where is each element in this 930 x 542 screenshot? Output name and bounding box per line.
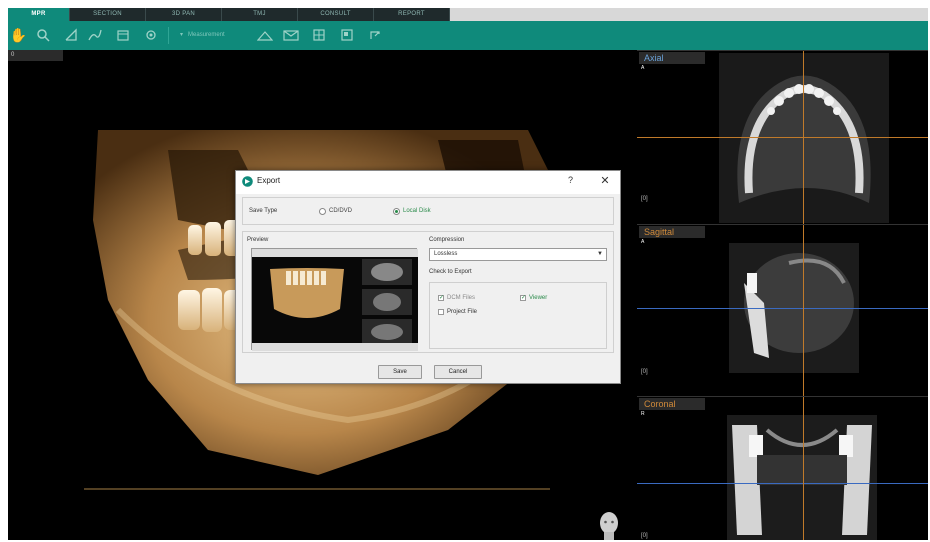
- checkbox-project-file-label: Project File: [447, 309, 478, 315]
- coronal-crosshair-vertical: [803, 397, 804, 540]
- coronal-orientation-label: R: [641, 411, 645, 417]
- cancel-button[interactable]: Cancel: [434, 365, 482, 379]
- coronal-tag: [0]: [641, 533, 648, 539]
- checkbox-viewer[interactable]: ✓: [520, 295, 526, 301]
- axial-crosshair-horizontal: [637, 137, 928, 138]
- radio-cd-dvd[interactable]: [319, 208, 326, 215]
- close-icon[interactable]: ✕: [597, 173, 613, 189]
- floor-line: [84, 488, 550, 490]
- check-to-export-label: Check to Export: [429, 269, 472, 275]
- tab-report[interactable]: REPORT: [374, 8, 450, 21]
- preview-label: Preview: [247, 237, 269, 243]
- tab-tmj[interactable]: TMJ: [222, 8, 298, 21]
- compression-value: Lossless: [434, 251, 458, 257]
- compression-label: Compression: [429, 237, 465, 243]
- chevron-down-icon: ▼: [597, 251, 603, 257]
- grid-icon[interactable]: [308, 25, 329, 46]
- coronal-scan-image: [727, 415, 877, 540]
- coronal-crosshair-horizontal: [637, 483, 928, 484]
- radio-local-disk-label: Local Disk: [403, 208, 431, 214]
- compression-select[interactable]: Lossless ▼: [429, 248, 607, 261]
- measurement-dropdown[interactable]: ▾ Measurement: [180, 29, 242, 42]
- radio-local-disk[interactable]: [393, 208, 400, 215]
- sagittal-title: Sagittal: [639, 226, 705, 238]
- toolbar-separator: [168, 27, 169, 44]
- axial-title: Axial: [639, 52, 705, 64]
- tab-consult[interactable]: CONSULT: [298, 8, 374, 21]
- axial-orientation-label: A: [641, 65, 645, 71]
- calendar-icon[interactable]: [112, 25, 133, 46]
- orientation-head-icon[interactable]: [594, 510, 624, 540]
- coronal-title: Coronal: [639, 398, 705, 410]
- zoom-icon[interactable]: [32, 25, 53, 46]
- save-button[interactable]: Save: [378, 365, 422, 379]
- angle-icon[interactable]: [60, 25, 81, 46]
- app-window: MPR SECTION 3D PAN TMJ CONSULT REPORT ✋ …: [0, 0, 930, 542]
- sagittal-panel[interactable]: Sagittal A [0]: [637, 224, 928, 396]
- view-label: 0: [8, 50, 63, 61]
- ruler-icon[interactable]: [254, 25, 275, 46]
- check-to-export-group: ✓ DCM Files ✓ Viewer Project File: [429, 282, 607, 349]
- sagittal-tag: [0]: [641, 369, 648, 375]
- save-type-group: Save Type CD/DVD Local Disk: [242, 197, 614, 225]
- checkbox-viewer-label: Viewer: [529, 295, 548, 301]
- axial-crosshair-vertical: [803, 51, 804, 224]
- curve-icon[interactable]: [84, 25, 105, 46]
- tab-mpr[interactable]: MPR: [8, 8, 70, 21]
- save-type-label: Save Type: [249, 208, 278, 214]
- dialog-title: Export: [257, 176, 281, 185]
- checkbox-dcm-files[interactable]: ✓: [438, 295, 444, 301]
- settings-icon[interactable]: [140, 25, 161, 46]
- radio-cd-dvd-label: CD/DVD: [329, 208, 353, 214]
- sagittal-crosshair-horizontal: [637, 308, 928, 309]
- toolbar: ✋ ▾ Measurement: [8, 21, 928, 50]
- measurement-label: Measurement: [188, 32, 225, 38]
- export-options-group: Preview Compression Lossless ▼ Check to …: [242, 231, 614, 353]
- checkbox-dcm-files-label: DCM Files: [447, 295, 475, 301]
- hand-icon[interactable]: ✋: [8, 25, 29, 46]
- export-icon[interactable]: [364, 25, 385, 46]
- preview-thumbnail: [252, 249, 418, 351]
- tab-section[interactable]: SECTION: [70, 8, 146, 21]
- envelope-icon[interactable]: [280, 25, 301, 46]
- tab-3d-pan[interactable]: 3D PAN: [146, 8, 222, 21]
- sagittal-crosshair-vertical: [803, 225, 804, 396]
- axial-tag: [0]: [641, 196, 648, 202]
- sagittal-orientation-label: A: [641, 239, 645, 245]
- preview-image: [251, 248, 418, 351]
- help-button[interactable]: ?: [568, 175, 573, 185]
- tab-bar: MPR SECTION 3D PAN TMJ CONSULT REPORT: [8, 8, 928, 21]
- checkbox-project-file[interactable]: [438, 309, 444, 315]
- app-logo-icon: [242, 176, 253, 187]
- export-dialog: Export ? ✕ Save Type CD/DVD Local Disk P…: [235, 170, 621, 384]
- dialog-titlebar[interactable]: Export ? ✕: [236, 171, 620, 194]
- layout-icon[interactable]: [336, 25, 357, 46]
- axial-panel[interactable]: Axial A [0]: [637, 50, 928, 224]
- axial-scan-image: [719, 53, 889, 223]
- coronal-panel[interactable]: Coronal R [0]: [637, 396, 928, 540]
